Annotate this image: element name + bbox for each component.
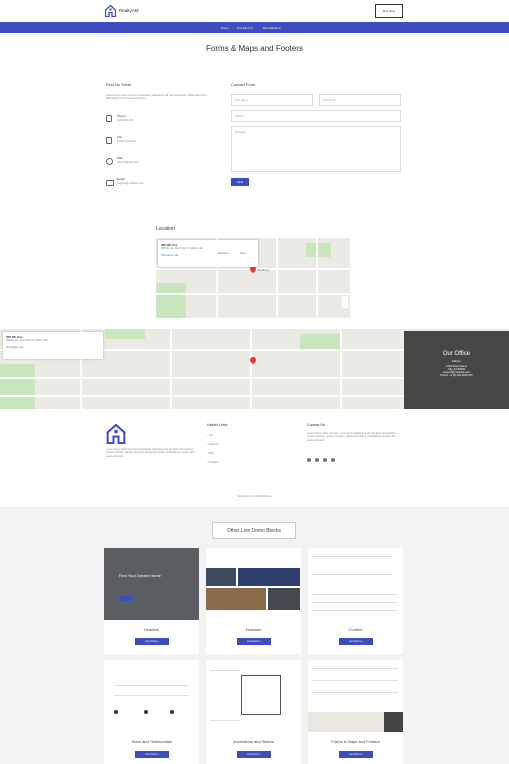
- forms-preview-image: [308, 660, 403, 732]
- contact-form-heading: Contact Form: [231, 82, 256, 87]
- card-label: Features: [245, 627, 262, 632]
- name-input[interactable]: Your Name: [231, 94, 313, 106]
- brand-name[interactable]: RealtyAM: [119, 8, 139, 13]
- footer-link-contacts[interactable]: › Contacts: [207, 461, 219, 464]
- globe-icon: [106, 158, 113, 165]
- helpful-links-heading: Helpful Links: [207, 423, 228, 427]
- live-demo-button[interactable]: Live Demo ›: [135, 751, 169, 758]
- card-label: Headers: [143, 627, 160, 632]
- live-demo-button[interactable]: Live Demo ›: [237, 638, 271, 645]
- office-subtitle: Address:: [451, 360, 462, 363]
- live-demo-button[interactable]: Live Demo ›: [339, 751, 373, 758]
- card-label: Content: [348, 627, 363, 632]
- copyright: Copyright (c) 2018 Mobirise: [237, 494, 272, 498]
- office-title: Our Office: [442, 351, 471, 357]
- accordions-preview-image: [206, 660, 301, 732]
- navbar: Home Live Demo ▾ More Blocks ▾: [0, 22, 509, 33]
- phone-icon: [106, 115, 112, 122]
- card-label: Accordions and Sliders: [233, 739, 274, 744]
- footer-about: Lorem ipsum dolor sit amet consectetur a…: [106, 448, 195, 458]
- map-place-address: 356 9th Ave, New York, NY 10116, USA: [161, 247, 203, 250]
- find-us-heading: Find Us There: [106, 82, 132, 87]
- send-button[interactable]: Send: [231, 178, 249, 186]
- fax-value: 0123 1234 1234: [117, 140, 136, 143]
- contact-us-text: Lorem ipsum dolor sit amet, consectetur …: [307, 432, 397, 442]
- page-title: Forms & Maps and Footers: [206, 44, 303, 53]
- features-preview-image: [206, 548, 301, 620]
- demo-card-content[interactable]: Content Live Demo ›: [308, 548, 403, 654]
- subject-input[interactable]: Subject: [231, 110, 401, 122]
- card-label: Forms & Maps and Footers: [331, 739, 380, 744]
- social-icons: [307, 458, 335, 462]
- facebook-icon[interactable]: [315, 458, 319, 462]
- web-title: Web: [117, 156, 124, 160]
- find-us-intro: Lorem ipsum dolor sit amet consectetur a…: [106, 94, 208, 101]
- zoom-controls[interactable]: [342, 296, 348, 308]
- live-demo-button[interactable]: Live Demo ›: [135, 638, 169, 645]
- buy-now-button[interactable]: Buy Now: [375, 4, 403, 18]
- footer-link-features[interactable]: › Features: [207, 443, 219, 446]
- contact-us-heading: Contact Us: [307, 423, 325, 427]
- demo-heading: Other Live Demo Blocks: [212, 522, 296, 539]
- footer-logo-icon[interactable]: [106, 424, 126, 444]
- office-panel: Our Office Address: 1234 Street Name Cit…: [404, 331, 509, 409]
- instagram-icon[interactable]: [331, 458, 335, 462]
- email-value[interactable]: support@mobirise.com: [117, 182, 144, 185]
- content-preview-image: [308, 548, 403, 620]
- office-phone: Phone: +1 (0) 000 0000 001: [440, 374, 473, 377]
- location-heading: Location: [156, 226, 175, 232]
- nav-live-demo[interactable]: Live Demo ▾: [237, 26, 253, 30]
- demo-card-accordions[interactable]: Accordions and Sliders Live Demo ›: [206, 660, 301, 764]
- save-link[interactable]: Save: [240, 252, 245, 255]
- fax-title: Fax: [117, 135, 123, 139]
- contact-item-fax: [106, 137, 112, 144]
- demo-card-team[interactable]: Team and Testimonials Live Demo ›: [104, 660, 199, 764]
- team-preview-image: [104, 660, 199, 732]
- map-info-card: 356 9th Ave 356 9th Ave, New York, NY 10…: [158, 240, 258, 267]
- nav-home[interactable]: Home: [221, 26, 228, 30]
- map-place-address: 356 9th Ave, New York, NY 10116, USA: [6, 339, 48, 342]
- youtube-icon[interactable]: [323, 458, 327, 462]
- view-larger-map-link[interactable]: View larger map: [6, 346, 100, 349]
- footer-link-info[interactable]: › Info: [207, 434, 213, 437]
- contact-item-email: [106, 180, 114, 186]
- footer-link-blog[interactable]: › Blog: [207, 452, 214, 455]
- card-label: Team and Testimonials: [131, 739, 172, 744]
- demo-card-headers[interactable]: Find Your Dream Home Headers Live Demo ›: [104, 548, 199, 654]
- phone-title: Phone: [117, 114, 126, 118]
- demo-card-features[interactable]: Features Live Demo ›: [206, 548, 301, 654]
- contact-item-web: [106, 158, 113, 165]
- twitter-icon[interactable]: [307, 458, 311, 462]
- logo-icon[interactable]: [105, 5, 116, 17]
- mail-icon: [106, 180, 114, 186]
- map-info-card: 356 9th Ave 356 9th Ave, New York, NY 10…: [3, 332, 103, 359]
- email-input[interactable]: Your Email: [319, 94, 401, 106]
- headers-preview-image: Find Your Dream Home: [104, 548, 199, 620]
- live-demo-button[interactable]: Live Demo ›: [237, 751, 271, 758]
- live-demo-button[interactable]: Live Demo ›: [339, 638, 373, 645]
- nav-more-blocks[interactable]: More Blocks ▾: [263, 26, 281, 30]
- email-title: Email: [117, 177, 125, 181]
- web-value[interactable]: www.mobirise.com: [117, 161, 139, 164]
- contact-item-phone: [106, 115, 112, 122]
- fax-icon: [106, 137, 112, 144]
- demo-card-forms[interactable]: Forms & Maps and Footers Live Demo ›: [308, 660, 403, 764]
- message-textarea[interactable]: Message: [231, 126, 401, 172]
- location-map[interactable]: 356 9th Ave 356 9th Ave 356 9th Ave, New…: [156, 238, 350, 318]
- directions-link[interactable]: Directions: [218, 252, 229, 255]
- hero-caption: Find Your Dream Home: [119, 573, 161, 578]
- phone-value: 0123 123 123: [117, 119, 133, 122]
